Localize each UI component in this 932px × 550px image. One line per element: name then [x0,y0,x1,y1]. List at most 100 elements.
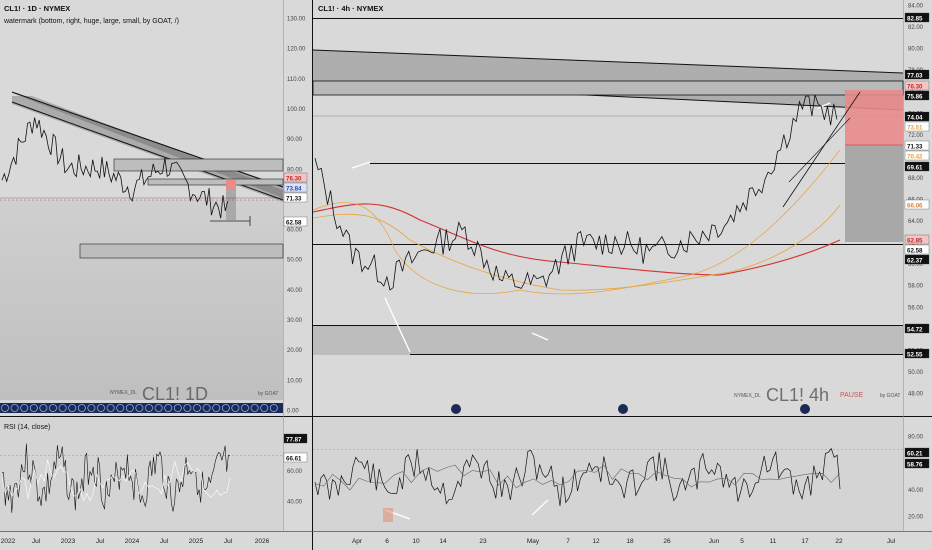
right-rsi-tick: 40.00 [908,488,924,494]
left-rsi-badge-label: 66.61 [286,455,302,462]
left-price-tick: 10.00 [287,378,303,384]
right-rsi-axis: 80.0060.0040.0020.00 [908,435,924,521]
right-date-tick: Jun [709,538,720,545]
right-price-tick: 50.00 [908,370,924,376]
left-price-badge-label: 71.33 [286,195,302,202]
left-icon-ribbon [0,403,283,413]
left-watermark-small: NYMEX_DL [110,390,137,396]
right-rsi-tick: 80.00 [908,435,924,441]
right-price-tick: 68.00 [908,176,924,182]
left-price-tick: 0.00 [287,409,299,415]
left-price-badge-label: 76.30 [286,175,302,182]
left-price-tick: 110.00 [287,77,306,83]
right-price-badge-label: 74.04 [907,114,923,121]
right-price-badge-label: 62.58 [907,247,923,254]
left-date-tick: 2022 [1,538,16,545]
right-date-axis: Apr 6 10 14 23 May 7 12 18 26 Jun 5 11 17 22 Jul [352,538,896,545]
left-date-tick: 2025 [189,538,204,545]
left-price-tick: 130.00 [287,17,306,23]
right-price-badge-label: 82.85 [907,15,923,22]
left-date-tick: 2023 [61,538,76,545]
replay-button-3[interactable] [800,404,810,414]
left-rsi-badges: 77.87 66.61 [283,433,308,462]
right-date-tick: 11 [770,538,777,545]
chart-canvas: NYMEX_DL CL1! 1D by GOAT CL1! · 1D · NYM… [0,0,932,550]
left-date-tick: Jul [160,538,169,545]
right-date-tick: 12 [592,538,600,545]
rsi-title: RSI (14, close) [4,424,50,431]
left-chart-title: CL1! · 1D · NYMEX [4,4,70,13]
right-price-badge-label: 75.86 [907,93,923,100]
left-date-tick: 2024 [125,538,140,545]
right-chart-title: CL1! · 4h · NYMEX [318,4,383,13]
replay-button-1[interactable] [451,404,461,414]
right-price-badge-label: 54.72 [907,326,923,333]
right-rsi-tick: 20.00 [908,515,924,521]
left-date-tick: Jul [96,538,105,545]
left-price-tick: 20.00 [287,348,303,354]
right-watermark-by: by GOAT [880,393,900,399]
right-date-tick: Apr [352,538,363,545]
right-date-tick: 26 [663,538,671,545]
right-price-badge-label: 76.30 [907,83,923,90]
right-price-tick: 64.00 [908,219,924,225]
right-price-tick: 48.00 [908,392,924,398]
left-price-tick: 50.00 [287,258,303,264]
left-price-badges: 76.30 73.84 71.33 62.58 [283,172,308,226]
right-date-tick: 23 [479,538,487,545]
left-price-tick: 100.00 [287,107,306,113]
right-price-badge-label: 69.61 [907,164,923,171]
right-price-badge-label: 73.51 [907,124,923,131]
right-price-tick: 72.00 [908,133,924,139]
right-price-tick: 84.00 [908,4,924,10]
left-price-badge-label: 73.84 [286,185,302,192]
right-date-tick: 17 [801,538,809,545]
right-date-tick: 10 [412,538,420,545]
left-rsi-axis: 80.0060.0040.00 [287,439,303,506]
left-date-tick: 2026 [255,538,270,545]
right-watermark-red: PAUSE [840,392,864,399]
right-watermark-big: CL1! 4h [766,385,829,405]
right-date-tick: 5 [740,538,744,545]
right-date-tick: 6 [385,538,389,545]
left-rsi-tick: 40.00 [287,500,303,506]
right-price-badge-label: 66.06 [907,202,923,209]
left-price-badge-label: 62.58 [286,219,302,226]
right-price-badge-label: 71.33 [907,143,923,150]
left-watermark-big: CL1! 1D [142,384,208,404]
right-price-tick: 80.00 [908,47,924,53]
right-date-tick: 7 [566,538,570,545]
right-date-tick: 14 [439,538,447,545]
right-price-badge-label: 62.85 [907,237,923,244]
right-price-badge-label: 62.37 [907,257,923,264]
left-price-tick: 90.00 [287,137,303,143]
right-date-tick: 22 [835,538,843,545]
left-rsi-tick: 60.00 [287,469,303,475]
right-date-tick: 18 [626,538,634,545]
left-price-tick: 40.00 [287,288,303,294]
right-price-tick: 82.00 [908,25,924,31]
left-date-tick: Jul [32,538,41,545]
right-watermark-small: NYMEX_DL [734,393,761,399]
left-date-tick: Jul [224,538,233,545]
right-price-badge-label: 77.03 [907,72,923,79]
left-price-tick: 60.00 [287,228,303,234]
right-date-tick: May [527,538,540,545]
left-price-tick: 30.00 [287,318,303,324]
right-price-tick: 56.00 [908,305,924,311]
left-price-tick: 120.00 [287,47,306,53]
right-price-tick: 58.00 [908,284,924,290]
right-rsi-badge-label: 60.21 [907,450,923,457]
chart-layout: NYMEX_DL CL1! 1D by GOAT CL1! · 1D · NYM… [0,0,932,550]
right-date-tick: Jul [887,538,896,545]
replay-button-2[interactable] [618,404,628,414]
left-watermark-by: by GOAT [258,391,278,397]
right-rsi-badges: 60.21 58.76 [904,447,930,468]
left-rsi-badge-label: 77.87 [286,436,302,443]
left-date-axis: 2022 Jul 2023 Jul 2024 Jul 2025 Jul 2026 [1,538,270,545]
right-rsi-badge-label: 58.76 [907,461,923,468]
left-price-tick: 80.00 [287,167,303,173]
right-price-badge-label: 52.55 [907,351,923,358]
right-price-badge-label: 70.42 [907,153,923,160]
left-chart-subtitle: watermark (bottom, right, huge, large, s… [3,18,179,25]
